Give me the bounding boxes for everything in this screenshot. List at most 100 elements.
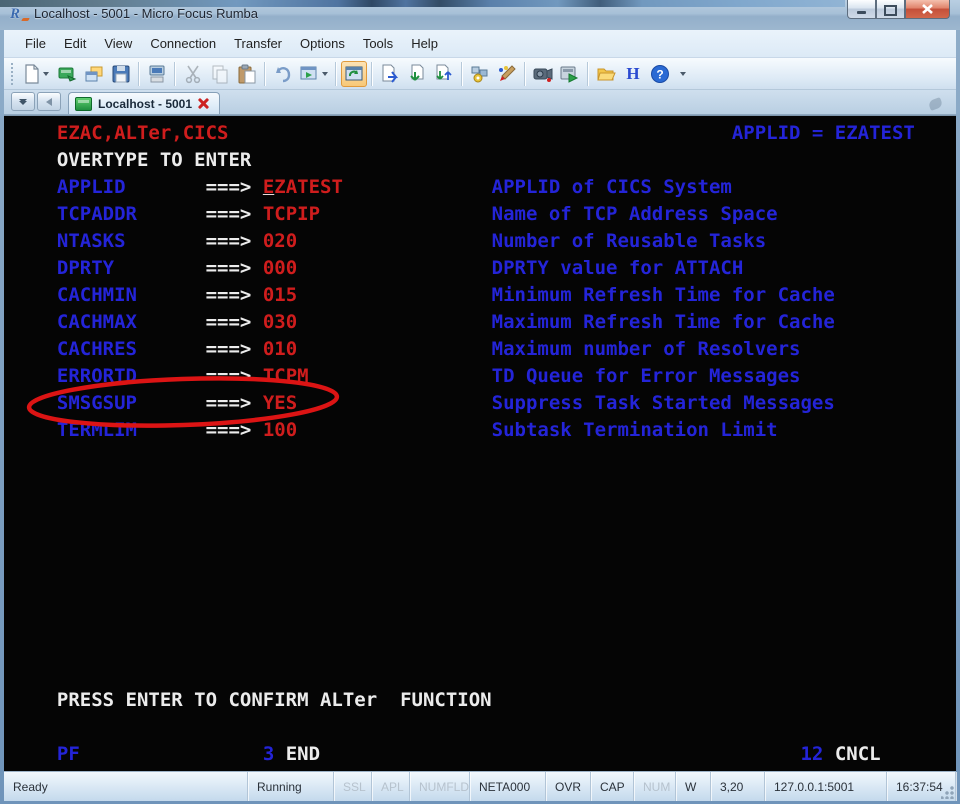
menu-edit[interactable]: Edit xyxy=(55,32,95,55)
menu-view[interactable]: View xyxy=(95,32,141,55)
terminal-text: APPLID = EZATEST xyxy=(732,122,915,144)
connect-icon xyxy=(57,64,77,84)
terminal-line: TERMLIM ===> 100 Subtask Termination Lim… xyxy=(34,417,956,444)
status-3-20: 3,20 xyxy=(711,772,765,801)
send-file-icon xyxy=(380,64,400,84)
terminal-text: CNCL xyxy=(835,743,881,765)
svg-text:?: ? xyxy=(656,67,663,81)
macro-window-icon xyxy=(300,65,320,83)
tab-list-button[interactable] xyxy=(11,92,35,111)
help-button[interactable]: ? xyxy=(647,61,673,87)
tab-scroll-left-button[interactable] xyxy=(37,92,61,111)
terminal-line: NTASKS ===> 020 Number of Reusable Tasks xyxy=(34,228,956,255)
close-icon xyxy=(922,4,933,14)
undo-button[interactable] xyxy=(270,61,296,87)
toolbar-overflow-button[interactable] xyxy=(676,72,688,76)
macro-button[interactable] xyxy=(297,61,331,87)
resize-grip-icon[interactable] xyxy=(941,786,954,799)
terminal-line xyxy=(34,552,956,579)
transfer-file-button[interactable] xyxy=(431,61,457,87)
close-button[interactable] xyxy=(905,0,950,19)
receive-file-icon xyxy=(407,64,427,84)
terminal-line xyxy=(34,498,956,525)
menu-tools[interactable]: Tools xyxy=(354,32,402,55)
status-cap: CAP xyxy=(591,772,634,801)
settings-cubes-icon xyxy=(470,64,490,84)
terminal-text: Maximum number of Resolvers xyxy=(492,338,801,360)
hotspots-button[interactable]: H xyxy=(620,61,646,87)
hotspots-icon: H xyxy=(626,64,639,84)
new-document-icon xyxy=(23,64,41,84)
session-profile-button[interactable] xyxy=(81,61,107,87)
save-icon xyxy=(111,64,131,84)
terminal-text: PRESS ENTER TO CONFIRM ALTer xyxy=(57,689,377,711)
overflow-caret-icon xyxy=(680,72,686,76)
terminal-text: ===> xyxy=(206,392,252,414)
record-macro-button[interactable] xyxy=(530,61,556,87)
ftp-settings-button[interactable] xyxy=(467,61,493,87)
menu-transfer[interactable]: Transfer xyxy=(225,32,291,55)
tab-close-icon[interactable] xyxy=(198,98,209,109)
terminal-text: APPLID of CICS System xyxy=(492,176,732,198)
toolbar-separator xyxy=(371,62,373,86)
menu-file[interactable]: File xyxy=(16,32,55,55)
terminal-line: APPLID ===> EZATEST APPLID of CICS Syste… xyxy=(34,174,956,201)
terminal-text: APPLID xyxy=(57,176,126,198)
toolbar-separator xyxy=(587,62,589,86)
terminal-text: FUNCTION xyxy=(400,689,492,711)
menu-connection[interactable]: Connection xyxy=(141,32,225,55)
menu-help[interactable]: Help xyxy=(402,32,447,55)
terminal-text: ===> xyxy=(206,230,252,252)
cut-button[interactable] xyxy=(180,61,206,87)
terminal-line: SMSGSUP ===> YES Suppress Task Started M… xyxy=(34,390,956,417)
minimize-button[interactable] xyxy=(847,0,876,19)
paste-icon xyxy=(237,64,257,84)
terminal-line: OVERTYPE TO ENTER xyxy=(34,147,956,174)
maximize-button[interactable] xyxy=(876,0,905,19)
new-session-button[interactable] xyxy=(19,61,53,87)
run-macro-button[interactable] xyxy=(557,61,583,87)
help-icon: ? xyxy=(650,64,670,84)
terminal-text: 3 xyxy=(263,743,274,765)
terminal-line: TCPADDR ===> TCPIP Name of TCP Address S… xyxy=(34,201,956,228)
terminal-3270-icon xyxy=(75,97,92,111)
status-bar: ReadyRunningSSLAPLNUMFLDNETA000OVRCAPNUM… xyxy=(4,771,956,801)
color-setup-button[interactable] xyxy=(494,61,520,87)
active-session-button[interactable] xyxy=(341,61,367,87)
receive-file-button[interactable] xyxy=(404,61,430,87)
status-w: W xyxy=(676,772,711,801)
status-ovr: OVR xyxy=(546,772,591,801)
terminal-screen[interactable]: EZAC,ALTer,CICS APPLID = EZATEST OVERTYP… xyxy=(4,115,956,771)
menu-options[interactable]: Options xyxy=(291,32,354,55)
session-tab[interactable]: Localhost - 5001 xyxy=(68,92,220,114)
toolbar-separator xyxy=(335,62,337,86)
terminal-line xyxy=(34,444,956,471)
status-numfld: NUMFLD xyxy=(410,772,470,801)
terminal-line xyxy=(34,714,956,741)
terminal-text: ZATEST xyxy=(274,176,343,198)
status-127-0-0-1-5001: 127.0.0.1:5001 xyxy=(765,772,887,801)
connect-button[interactable] xyxy=(54,61,80,87)
scissors-icon xyxy=(184,64,202,84)
terminal-text: 100 xyxy=(263,419,297,441)
terminal-line xyxy=(34,579,956,606)
open-session-button[interactable] xyxy=(593,61,619,87)
send-file-button[interactable] xyxy=(377,61,403,87)
session-refresh-icon xyxy=(344,64,364,84)
copy-button[interactable] xyxy=(207,61,233,87)
terminal-text: Maximum Refresh Time for Cache xyxy=(492,311,835,333)
save-button[interactable] xyxy=(108,61,134,87)
toolbar-grip[interactable] xyxy=(9,63,15,85)
title-bar[interactable]: R Localhost - 5001 - Micro Focus Rumba xyxy=(0,0,960,30)
terminal-text: DPRTY xyxy=(57,257,114,279)
terminal-text: 12 xyxy=(800,743,823,765)
terminal-text: CACHRES xyxy=(57,338,137,360)
terminal-text: TCPM xyxy=(263,365,309,387)
paste-button[interactable] xyxy=(234,61,260,87)
print-screen-button[interactable] xyxy=(144,61,170,87)
terminal-text: ===> xyxy=(206,419,252,441)
terminal-text: TERMLIM xyxy=(57,419,137,441)
toolbar-separator xyxy=(264,62,266,86)
terminal-text: PF xyxy=(57,743,80,765)
toolbar-separator xyxy=(461,62,463,86)
